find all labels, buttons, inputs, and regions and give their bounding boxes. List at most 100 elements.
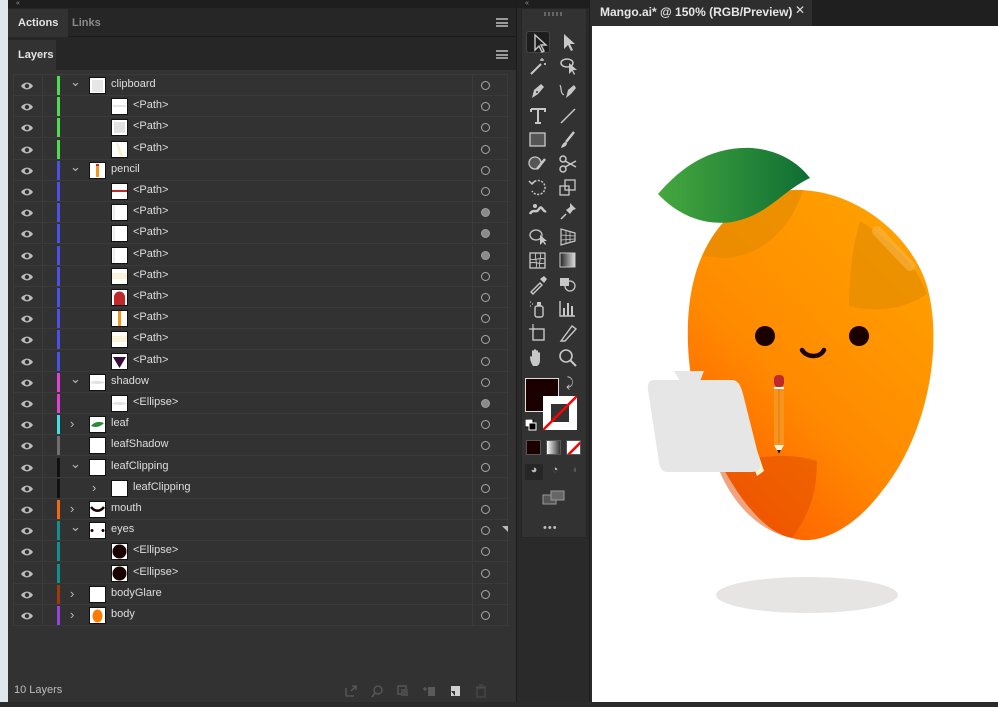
lasso-tool-icon[interactable]: [556, 55, 580, 77]
layer-name[interactable]: leafShadow: [111, 438, 169, 450]
visibility-eye-icon[interactable]: [20, 164, 34, 176]
new-layer-icon[interactable]: [448, 684, 462, 698]
shape-builder-tool-icon[interactable]: [556, 273, 580, 295]
scale-tool-icon[interactable]: [556, 176, 580, 198]
clipping-mask-icon[interactable]: [396, 684, 410, 698]
zoom-tool-icon[interactable]: [556, 346, 580, 368]
sublayer-row[interactable]: <Path>: [14, 138, 507, 160]
visibility-eye-icon[interactable]: [20, 397, 34, 409]
lock-column[interactable]: [42, 329, 43, 351]
layer-name[interactable]: leafClipping: [111, 460, 168, 472]
lock-column[interactable]: [42, 96, 43, 118]
layer-name[interactable]: <Ellipse>: [133, 396, 178, 408]
visibility-eye-icon[interactable]: [20, 418, 34, 430]
layer-row[interactable]: ⌄ leafClipping: [14, 456, 507, 478]
sublayer-row[interactable]: <Ellipse>: [14, 541, 507, 563]
layer-row[interactable]: › bodyGlare: [14, 583, 507, 605]
target-circle-icon[interactable]: [481, 81, 490, 90]
chevron-right-icon[interactable]: ›: [92, 480, 96, 495]
type-tool-icon[interactable]: [526, 104, 550, 126]
close-icon[interactable]: ✕: [795, 3, 805, 17]
lock-column[interactable]: [42, 583, 43, 605]
gradient-mode-button[interactable]: [546, 440, 561, 455]
lock-column[interactable]: [42, 287, 43, 308]
lock-column[interactable]: [42, 181, 43, 202]
chevron-right-icon[interactable]: ›: [70, 416, 74, 431]
sublayer-row[interactable]: <Path>: [14, 223, 507, 245]
drag-grip[interactable]: [544, 12, 564, 16]
document-tab[interactable]: Mango.ai* @ 150% (RGB/Preview): [590, 0, 812, 26]
layer-name[interactable]: <Path>: [133, 269, 168, 281]
tab-actions[interactable]: Actions: [8, 9, 69, 37]
layer-row[interactable]: ⌄ clipboard: [14, 74, 507, 96]
lock-column[interactable]: [42, 117, 43, 139]
target-circle-icon[interactable]: [481, 335, 490, 345]
lock-column[interactable]: [42, 138, 43, 160]
target-circle-icon[interactable]: [481, 441, 490, 451]
target-circle-icon[interactable]: [481, 483, 490, 493]
layer-name[interactable]: <Path>: [133, 99, 168, 111]
visibility-eye-icon[interactable]: [20, 270, 34, 282]
collapse-toolbar-button[interactable]: «: [517, 0, 589, 8]
layer-name[interactable]: pencil: [111, 163, 140, 175]
hamburger-menu-icon[interactable]: [496, 18, 508, 27]
target-circle-icon[interactable]: [481, 314, 490, 324]
layer-name[interactable]: <Path>: [133, 184, 168, 196]
screen-mode-icon[interactable]: [542, 490, 566, 506]
layer-name[interactable]: <Path>: [133, 120, 168, 132]
visibility-eye-icon[interactable]: [20, 100, 34, 112]
lock-column[interactable]: [42, 223, 43, 245]
sublayer-row[interactable]: <Path>: [14, 308, 507, 330]
layer-name[interactable]: <Path>: [133, 205, 168, 217]
curvature-tool-icon[interactable]: [556, 79, 580, 101]
target-circle-icon[interactable]: [481, 144, 490, 154]
sublayer-row[interactable]: <Path>: [14, 329, 507, 351]
visibility-eye-icon[interactable]: [20, 524, 34, 536]
lock-column[interactable]: [42, 393, 43, 414]
target-circle-icon[interactable]: [481, 399, 490, 408]
rectangle-tool-icon[interactable]: [526, 128, 550, 150]
chevron-down-icon[interactable]: ⌄: [70, 371, 81, 387]
line-tool-icon[interactable]: [556, 104, 580, 126]
free-transform-tool-icon[interactable]: [526, 225, 550, 247]
target-circle-icon[interactable]: [481, 165, 490, 175]
target-circle-icon[interactable]: [481, 123, 490, 133]
visibility-eye-icon[interactable]: [20, 291, 34, 303]
pin-tool-icon[interactable]: [556, 200, 580, 222]
target-circle-icon[interactable]: [481, 462, 490, 472]
lock-column[interactable]: [42, 414, 43, 436]
visibility-eye-icon[interactable]: [20, 206, 34, 218]
target-circle-icon[interactable]: [481, 526, 490, 536]
chevron-right-icon[interactable]: ›: [70, 607, 74, 622]
sublayer-row[interactable]: <Path>: [14, 96, 507, 118]
sublayer-row[interactable]: <Path>: [14, 287, 507, 308]
target-circle-icon[interactable]: [481, 250, 490, 260]
layer-row[interactable]: › mouth: [14, 499, 507, 520]
graph-tool-icon[interactable]: [556, 297, 580, 319]
layer-name[interactable]: <Path>: [133, 332, 168, 344]
slice-tool-icon[interactable]: [556, 321, 580, 343]
layer-name[interactable]: <Ellipse>: [133, 544, 178, 556]
trash-icon[interactable]: [474, 684, 488, 698]
lock-column[interactable]: [42, 477, 43, 499]
none-mode-button[interactable]: [566, 440, 581, 455]
sublayer-row[interactable]: <Path>: [14, 202, 507, 224]
sublayer-row[interactable]: <Path>: [14, 265, 507, 287]
layer-name[interactable]: clipboard: [111, 78, 156, 90]
lock-column[interactable]: [42, 265, 43, 287]
layer-name[interactable]: bodyGlare: [111, 587, 162, 599]
lock-column[interactable]: [42, 159, 43, 181]
target-circle-icon[interactable]: [481, 611, 490, 620]
layer-name[interactable]: <Path>: [133, 142, 168, 154]
tab-layers[interactable]: Layers: [8, 40, 56, 70]
symbol-sprayer-tool-icon[interactable]: [526, 297, 550, 319]
chevron-right-icon[interactable]: ›: [70, 501, 74, 516]
target-circle-icon[interactable]: [481, 293, 490, 302]
locate-object-icon[interactable]: [370, 684, 384, 698]
layer-row[interactable]: › leaf: [14, 414, 507, 436]
visibility-eye-icon[interactable]: [20, 567, 34, 579]
sublayer-row[interactable]: <Path>: [14, 350, 507, 372]
magic-wand-tool-icon[interactable]: [526, 55, 550, 77]
visibility-eye-icon[interactable]: [20, 503, 34, 515]
selection-tool-icon[interactable]: [526, 31, 550, 53]
